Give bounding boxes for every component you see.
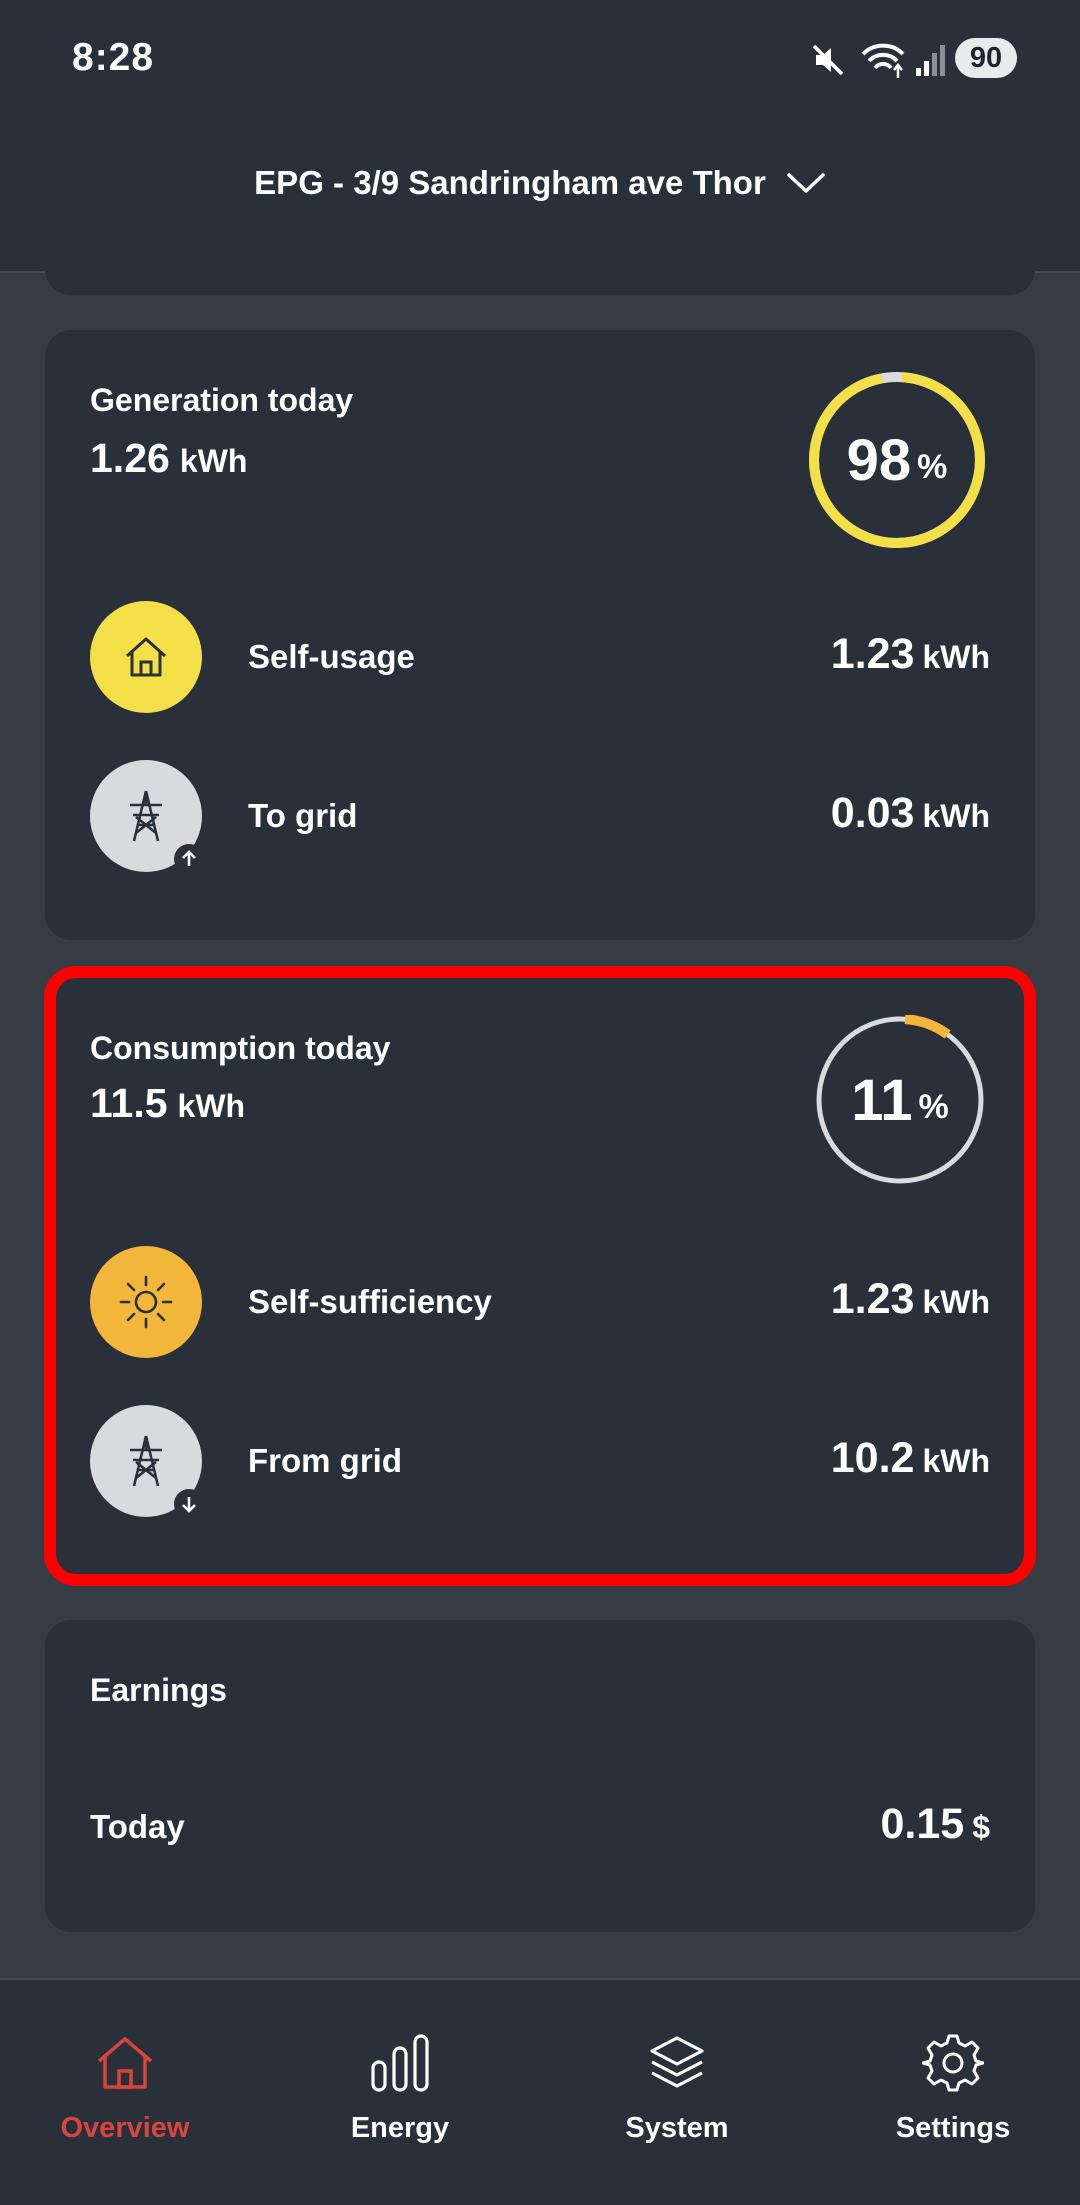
nav-overview[interactable]: Overview (15, 1980, 235, 2205)
generation-total-unit: kWh (179, 443, 248, 479)
from-grid-icon-badge (90, 1405, 204, 1519)
nav-system-label: System (625, 2112, 729, 2144)
generation-percent-ring: 98% (807, 370, 987, 550)
previous-card-edge (45, 255, 1035, 295)
to-grid-unit: kWh (922, 798, 990, 834)
self-usage-icon-badge (90, 601, 202, 713)
mute-icon (812, 44, 844, 76)
consumption-total-unit: kWh (177, 1088, 246, 1124)
earnings-today-label: Today (90, 1808, 185, 1845)
gear-icon (922, 2034, 984, 2092)
power-tower-icon (130, 790, 162, 842)
consumption-card[interactable]: Consumption today 11.5 kWh 11% Self-suffi… (45, 975, 1035, 1575)
sun-icon (119, 1275, 173, 1329)
nav-overview-label: Overview (60, 2112, 190, 2144)
generation-card[interactable]: Generation today 1.26 kWh 98% Self-usage … (45, 330, 1035, 940)
bar-chart-icon (371, 2034, 429, 2092)
earnings-unit: $ (972, 1809, 990, 1845)
from-grid-number: 10.2 (830, 1434, 915, 1482)
self-usage-label: Self-usage (248, 638, 415, 675)
self-sufficiency-icon-badge (90, 1246, 202, 1358)
download-arrow-icon (174, 1489, 204, 1519)
site-name: EPG - 3/9 Sandringham ave Thor (254, 164, 766, 201)
earnings-number: 0.15 (880, 1800, 965, 1848)
self-usage-unit: kWh (922, 639, 990, 675)
nav-energy[interactable]: Energy (290, 1980, 510, 2205)
app-header: 8:28 90 EPG - 3/9 Sandringham ave Thor (0, 0, 1080, 273)
home-icon (97, 2037, 153, 2089)
self-sufficiency-number: 1.23 (830, 1275, 915, 1323)
nav-system[interactable]: System (567, 1980, 787, 2205)
wifi-icon (861, 43, 905, 78)
to-grid-value: 0.03 kWh (831, 789, 990, 838)
layers-icon (650, 2036, 704, 2088)
signal-icon (916, 45, 945, 76)
site-selector[interactable]: EPG - 3/9 Sandringham ave Thor (0, 158, 1080, 208)
self-sufficiency-value: 1.23 kWh (831, 1275, 990, 1324)
earnings-card[interactable]: Earnings Today 0.15 $ (45, 1620, 1035, 1932)
generation-total-value: 1.26 (90, 435, 170, 481)
chevron-down-icon (787, 173, 825, 193)
battery-indicator: 90 (955, 38, 1017, 78)
self-usage-number: 1.23 (830, 630, 915, 678)
earnings-title: Earnings (90, 1672, 227, 1708)
consumption-total: 11.5 kWh (90, 1080, 245, 1127)
consumption-title: Consumption today (90, 1030, 391, 1066)
generation-percent-symbol: % (917, 447, 948, 486)
earnings-today-value: 0.15 $ (881, 1800, 991, 1849)
generation-total: 1.26 kWh (90, 435, 247, 482)
from-grid-value: 10.2 kWh (831, 1434, 990, 1483)
from-grid-unit: kWh (922, 1443, 990, 1479)
nav-settings-label: Settings (895, 2112, 1011, 2144)
power-tower-icon (130, 1435, 162, 1487)
to-grid-icon-badge (90, 760, 204, 874)
self-sufficiency-label: Self-sufficiency (248, 1283, 492, 1320)
self-sufficiency-unit: kWh (922, 1284, 990, 1320)
from-grid-label: From grid (248, 1442, 402, 1479)
house-icon (125, 637, 167, 677)
status-icons: 90 (810, 36, 1020, 84)
bottom-nav: Overview Energy System Settings (0, 1978, 1080, 2205)
nav-energy-label: Energy (350, 2112, 450, 2144)
generation-percent-value: 98 (846, 427, 912, 493)
to-grid-label: To grid (248, 797, 358, 834)
status-time: 8:28 (72, 36, 155, 79)
nav-settings[interactable]: Settings (843, 1980, 1063, 2205)
consumption-percent-symbol: % (918, 1087, 949, 1126)
consumption-percent-ring: 11% (814, 1014, 986, 1186)
generation-title: Generation today (90, 382, 354, 418)
consumption-percent-value: 11 (851, 1067, 913, 1133)
self-usage-value: 1.23 kWh (831, 630, 990, 679)
consumption-total-value: 11.5 (90, 1080, 168, 1126)
to-grid-number: 0.03 (830, 789, 915, 837)
upload-arrow-icon (174, 844, 204, 874)
